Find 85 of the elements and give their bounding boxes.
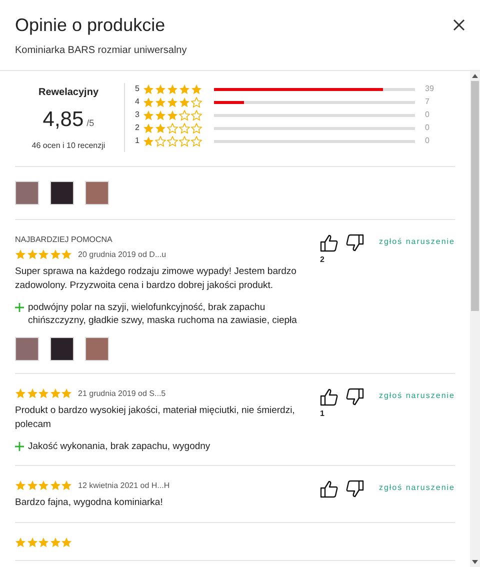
rating-count-value: 0: [425, 109, 430, 121]
star-icon: [155, 122, 166, 134]
star-icon: [61, 536, 72, 548]
star-icon: [155, 110, 166, 120]
star-icon: [15, 249, 26, 260]
star-level-label: 1: [135, 135, 140, 147]
like-count: 1: [320, 408, 326, 420]
star-icon: [143, 136, 154, 146]
star-icon: [155, 84, 166, 94]
star-icon: [167, 96, 178, 108]
star-icon: [143, 84, 154, 94]
scroll-up-arrow-icon[interactable]: [472, 74, 478, 78]
star-icon: [143, 122, 154, 134]
star-level-label: 5: [135, 83, 140, 95]
report-link[interactable]: zgłoś naruszenie: [378, 390, 455, 402]
star-icon: [15, 388, 26, 399]
like-count: 2: [320, 254, 326, 266]
star-icon: [143, 96, 154, 108]
empty-star-icon: [179, 136, 190, 146]
helpful-label: NAJBARDZIEJ POMOCNA: [15, 234, 114, 246]
review-text: Super sprawa na każdego rodzaju zimowe wypady! Jestem bardzo zadowolony. Przyzwoita cena i bardzo dobrej jakości produkt.: [15, 264, 298, 292]
empty-star-icon: [191, 136, 202, 146]
pros-text: Jakość wykonania, brak zapachu, wygodny: [28, 440, 210, 452]
close-button[interactable]: [452, 18, 466, 32]
star-icon: [61, 249, 72, 260]
scroll-down-arrow-icon[interactable]: [472, 560, 478, 564]
dialog-title: Opinie o produkcie: [15, 14, 166, 36]
thumbs-up-icon[interactable]: [320, 234, 338, 252]
average-score: 4,85: [42, 107, 84, 133]
product-name: Kominiarka BARS rozmiar uniwersalny: [15, 44, 187, 58]
review-text: Bardzo fajna, wygodna kominiarka!: [15, 496, 164, 510]
rating-count-value: 7: [425, 96, 430, 108]
empty-star-icon: [191, 122, 202, 134]
star-icon: [50, 388, 60, 399]
photo-placeholder[interactable]: [50, 336, 74, 360]
plus-icon: [15, 302, 24, 312]
rating-count-value: 0: [425, 122, 430, 134]
star-icon: [61, 388, 72, 399]
report-link[interactable]: zgłoś naruszenie: [378, 482, 455, 494]
rating-count-value: 0: [425, 135, 430, 147]
plus-icon: [15, 442, 24, 450]
star-icon: [26, 480, 38, 491]
thumbs-down-icon[interactable]: [346, 480, 364, 498]
pros-text: podwójny polar na szyji, wielofunkcyjność, brak zapachu chińszczyzny, gładkie szwy, maska ruchoma na zawiasie, ciepła: [28, 300, 298, 326]
star-icon: [167, 110, 178, 120]
star-icon: [50, 536, 60, 548]
star-icon: [167, 84, 178, 94]
star-icon: [143, 110, 154, 120]
star-icon: [38, 388, 49, 399]
scrollbar[interactable]: [470, 71, 480, 567]
star-icon: [38, 536, 49, 548]
star-icon: [26, 249, 38, 260]
star-icon: [15, 536, 26, 548]
thumbs-up-icon[interactable]: [320, 388, 338, 406]
rating-label: Rewelacyjny: [38, 86, 99, 100]
empty-star-icon: [179, 122, 190, 134]
review-meta: 20 grudnia 2019 od D...u: [78, 248, 166, 260]
star-icon: [26, 388, 38, 399]
star-icon: [26, 536, 38, 548]
thumbs-down-icon[interactable]: [346, 388, 364, 406]
rating-count-value: 39: [425, 83, 434, 95]
score-scale: /5: [86, 117, 94, 130]
star-icon: [155, 96, 166, 108]
star-level-label: 3: [135, 109, 140, 121]
photo-placeholder[interactable]: [50, 180, 74, 204]
star-icon: [50, 249, 60, 260]
star-icon: [191, 84, 202, 94]
star-icon: [38, 249, 49, 260]
star-icon: [179, 96, 190, 108]
star-icon: [15, 480, 26, 491]
review-meta: 21 grudnia 2019 od S...5: [78, 388, 166, 400]
star-level-label: 4: [135, 96, 140, 108]
star-level-label: 2: [135, 122, 140, 134]
star-icon: [38, 480, 49, 491]
star-icon: [179, 84, 190, 94]
empty-star-icon: [191, 110, 202, 120]
star-icon: [50, 480, 60, 491]
thumbs-up-icon[interactable]: [320, 480, 338, 498]
report-link[interactable]: zgłoś naruszenie: [378, 236, 455, 248]
empty-star-icon: [167, 136, 178, 146]
star-icon: [61, 480, 72, 491]
thumbs-down-icon[interactable]: [346, 234, 364, 252]
review-text: Produkt o bardzo wysokiej jakości, materiał mięciutki, nie śmierdzi, polecam: [15, 404, 296, 432]
review-meta: 12 kwietnia 2021 od H...H: [78, 480, 170, 492]
rating-count: 46 ocen i 10 recenzji: [32, 140, 106, 152]
